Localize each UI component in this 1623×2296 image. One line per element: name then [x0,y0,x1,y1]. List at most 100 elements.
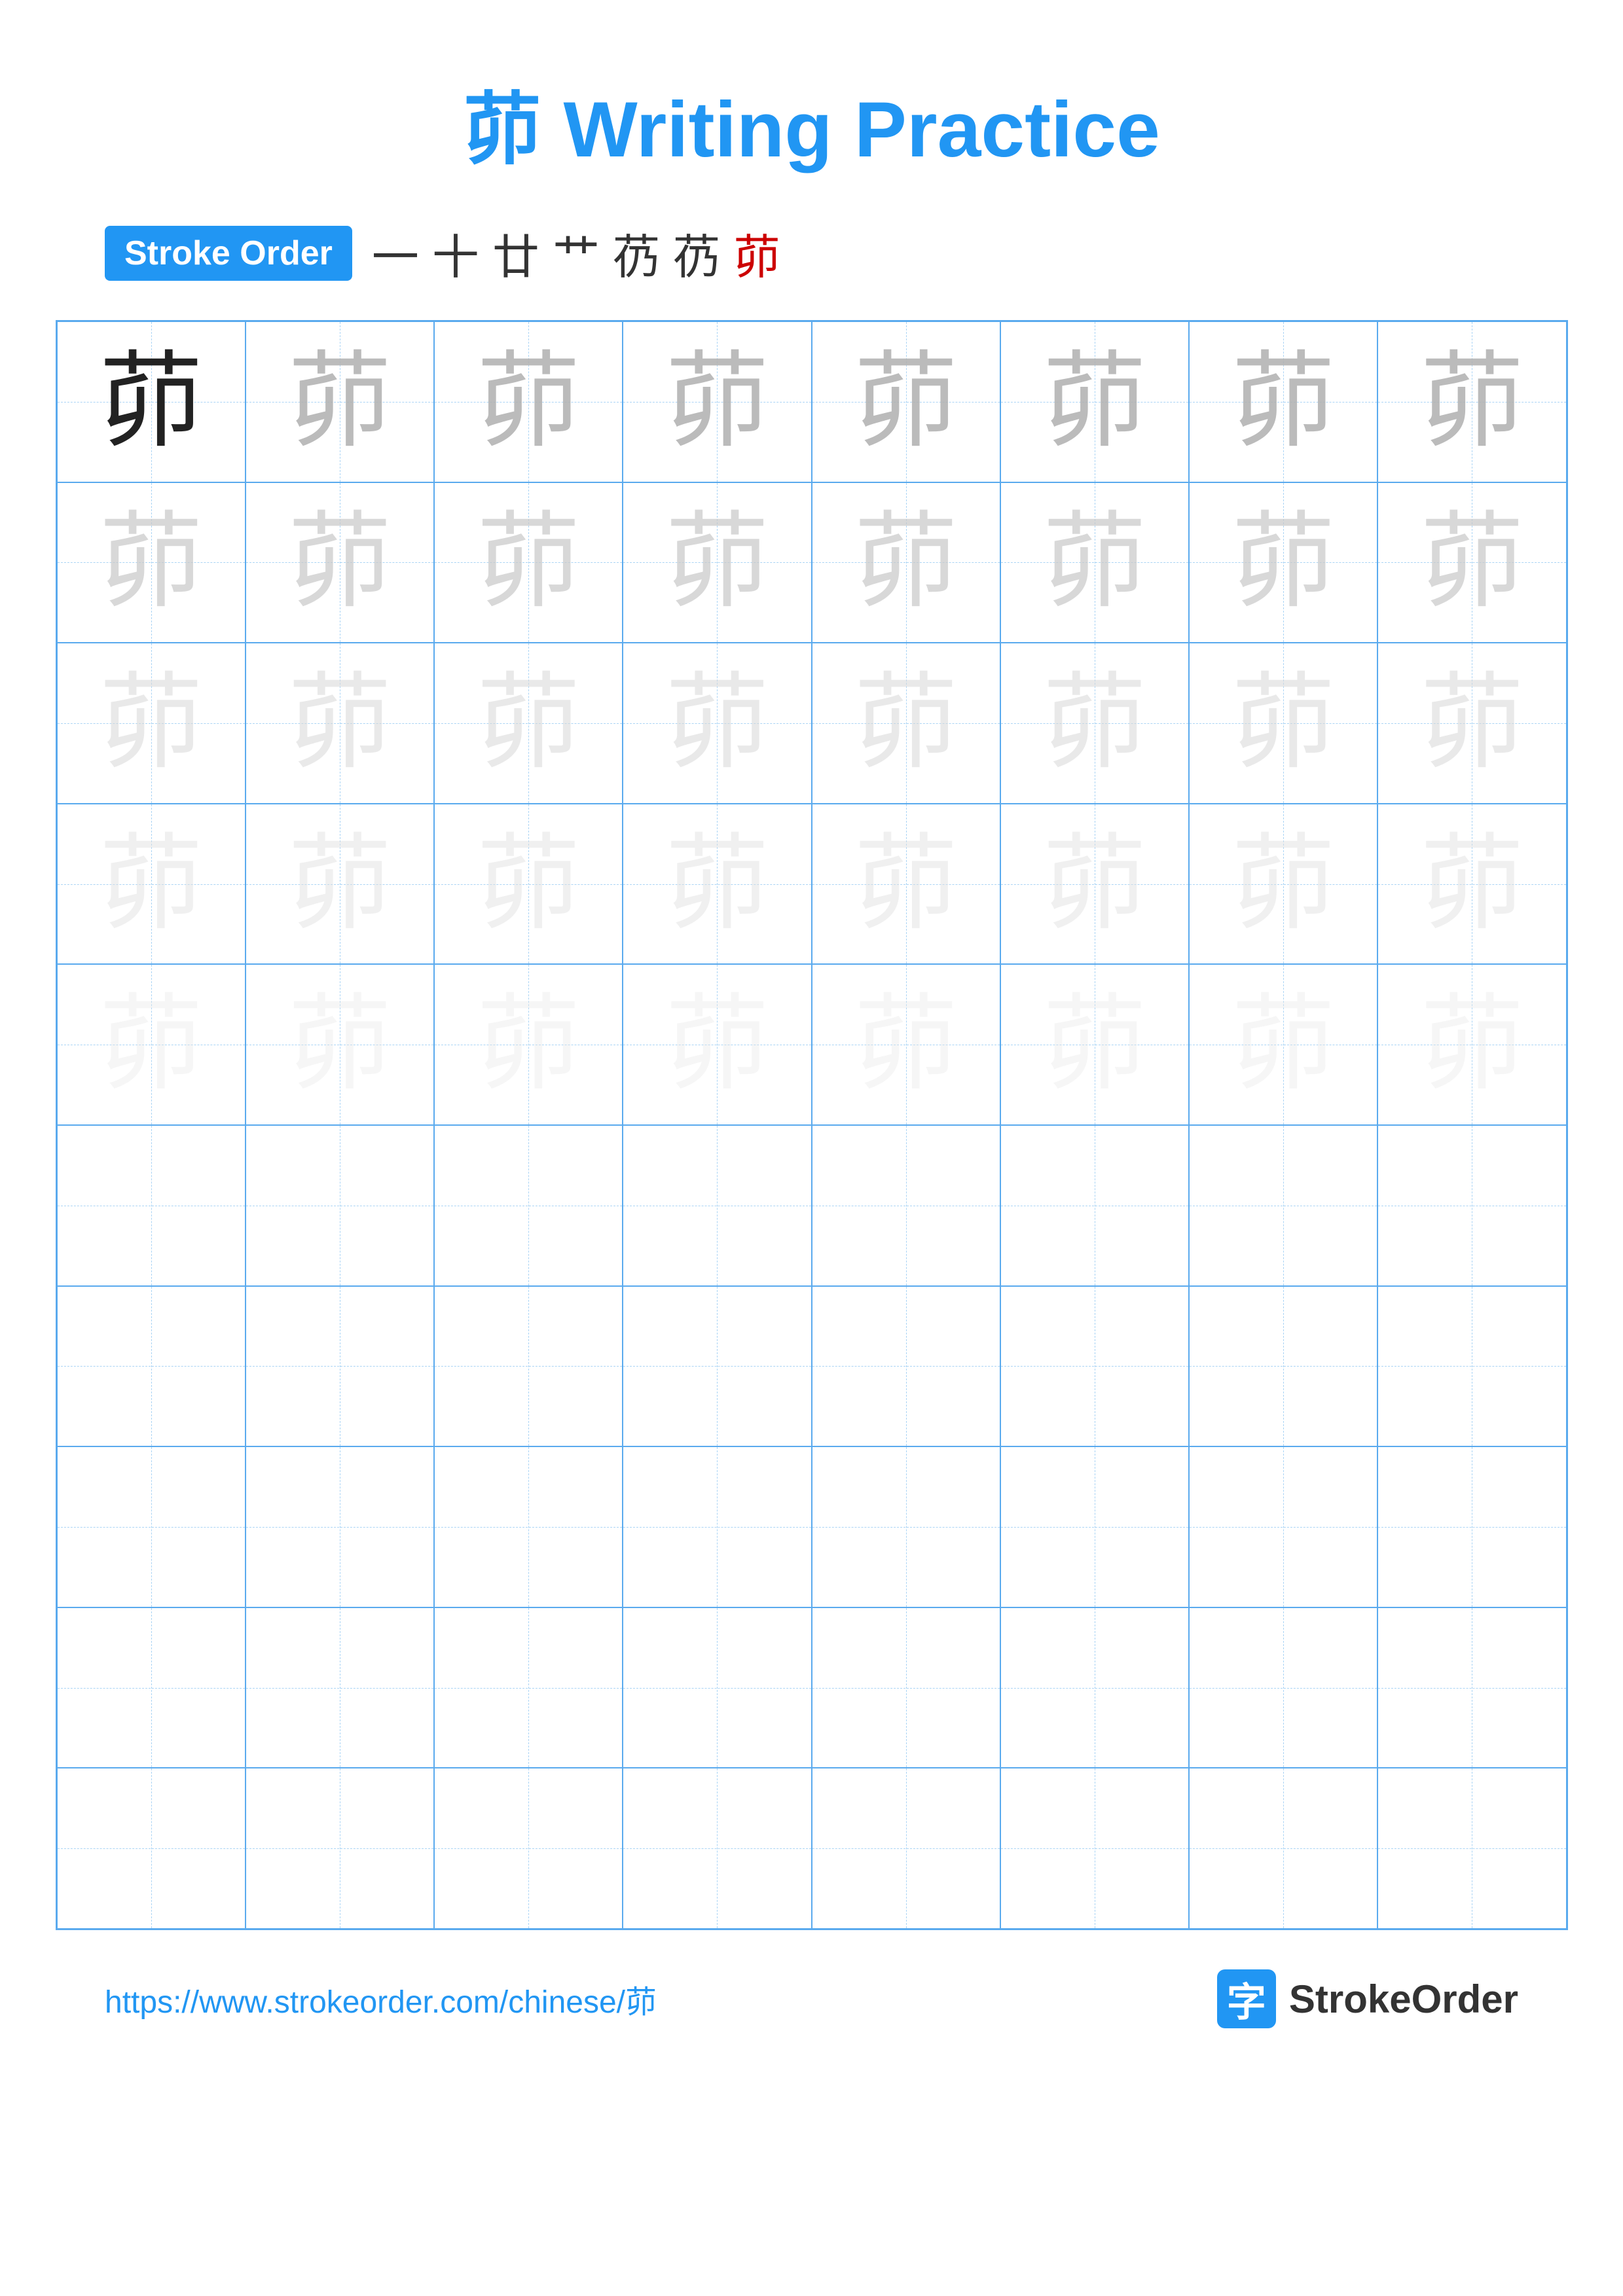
grid-cell-r8c2[interactable] [246,1446,434,1607]
grid-cell-r2c1[interactable]: 茆 [57,482,246,643]
grid-cell-r4c5[interactable]: 茆 [812,804,1000,965]
grid-cell-r5c1[interactable]: 茆 [57,964,246,1125]
grid-cell-r6c7[interactable] [1189,1125,1377,1286]
char-guide: 茆 [854,350,958,454]
practice-grid: 茆 茆 茆 茆 茆 茆 茆 茆 茆 茆 茆 茆 茆 茆 茆 茆 [56,320,1568,1930]
grid-cell-r8c5[interactable] [812,1446,1000,1607]
grid-cell-r1c2[interactable]: 茆 [246,321,434,482]
grid-cell-r10c5[interactable] [812,1768,1000,1929]
char-guide: 茆 [476,350,581,454]
grid-cell-r4c3[interactable]: 茆 [434,804,623,965]
grid-cell-r8c3[interactable] [434,1446,623,1607]
grid-cell-r1c8[interactable]: 茆 [1377,321,1566,482]
grid-cell-r3c5[interactable]: 茆 [812,643,1000,804]
grid-cell-r4c8[interactable]: 茆 [1377,804,1566,965]
grid-cell-r6c2[interactable] [246,1125,434,1286]
grid-cell-r3c7[interactable]: 茆 [1189,643,1377,804]
grid-cell-r7c3[interactable] [434,1286,623,1447]
grid-cell-r2c3[interactable]: 茆 [434,482,623,643]
grid-cell-r9c3[interactable] [434,1607,623,1768]
grid-cell-r1c5[interactable]: 茆 [812,321,1000,482]
grid-cell-r9c1[interactable] [57,1607,246,1768]
grid-cell-r1c7[interactable]: 茆 [1189,321,1377,482]
grid-cell-r10c6[interactable] [1000,1768,1189,1929]
grid-cell-r6c4[interactable] [623,1125,811,1286]
grid-cell-r10c3[interactable] [434,1768,623,1929]
grid-cell-r1c6[interactable]: 茆 [1000,321,1189,482]
grid-cell-r2c4[interactable]: 茆 [623,482,811,643]
char-guide: 茆 [99,671,204,776]
grid-cell-r2c6[interactable]: 茆 [1000,482,1189,643]
char-guide: 茆 [1419,510,1524,615]
grid-cell-r2c7[interactable]: 茆 [1189,482,1377,643]
grid-cell-r7c7[interactable] [1189,1286,1377,1447]
grid-cell-r8c8[interactable] [1377,1446,1566,1607]
char-guide: 茆 [99,992,204,1097]
grid-cell-r3c4[interactable]: 茆 [623,643,811,804]
brand-icon: 字 [1217,1969,1276,2028]
grid-cell-r4c4[interactable]: 茆 [623,804,811,965]
grid-cell-r5c6[interactable]: 茆 [1000,964,1189,1125]
grid-cell-r6c3[interactable] [434,1125,623,1286]
grid-cell-r9c8[interactable] [1377,1607,1566,1768]
char-guide: 茆 [287,992,392,1097]
footer-url[interactable]: https://www.strokeorder.com/chinese/茆 [105,1976,657,2022]
grid-cell-r8c7[interactable] [1189,1446,1377,1607]
char-guide: 茆 [854,992,958,1097]
grid-cell-r7c6[interactable] [1000,1286,1189,1447]
grid-cell-r7c5[interactable] [812,1286,1000,1447]
grid-cell-r3c1[interactable]: 茆 [57,643,246,804]
grid-cell-r9c4[interactable] [623,1607,811,1768]
grid-cell-r10c2[interactable] [246,1768,434,1929]
char-guide: 茆 [1231,510,1336,615]
grid-cell-r10c4[interactable] [623,1768,811,1929]
grid-cell-r3c6[interactable]: 茆 [1000,643,1189,804]
stroke-3: 廿 [492,219,539,287]
stroke-7-final: 茆 [733,219,780,287]
stroke-order-row: Stroke Order 一 十 廿 艹 芿 芿 茆 [105,219,1571,287]
grid-cell-r4c6[interactable]: 茆 [1000,804,1189,965]
grid-cell-r1c4[interactable]: 茆 [623,321,811,482]
grid-cell-r3c8[interactable]: 茆 [1377,643,1566,804]
grid-cell-r8c6[interactable] [1000,1446,1189,1607]
grid-cell-r6c5[interactable] [812,1125,1000,1286]
char-guide: 茆 [99,510,204,615]
grid-cell-r6c1[interactable] [57,1125,246,1286]
grid-cell-r5c2[interactable]: 茆 [246,964,434,1125]
grid-cell-r7c1[interactable] [57,1286,246,1447]
grid-cell-r5c7[interactable]: 茆 [1189,964,1377,1125]
grid-cell-r5c8[interactable]: 茆 [1377,964,1566,1125]
grid-cell-r9c5[interactable] [812,1607,1000,1768]
grid-cell-r9c7[interactable] [1189,1607,1377,1768]
grid-cell-r8c4[interactable] [623,1446,811,1607]
grid-cell-r7c2[interactable] [246,1286,434,1447]
grid-cell-r9c2[interactable] [246,1607,434,1768]
char-guide: 茆 [1042,992,1147,1097]
grid-cell-r3c3[interactable]: 茆 [434,643,623,804]
grid-cell-r4c2[interactable]: 茆 [246,804,434,965]
grid-cell-r1c3[interactable]: 茆 [434,321,623,482]
grid-cell-r4c1[interactable]: 茆 [57,804,246,965]
grid-cell-r6c6[interactable] [1000,1125,1189,1286]
grid-cell-r1c1[interactable]: 茆 [57,321,246,482]
grid-cell-r4c7[interactable]: 茆 [1189,804,1377,965]
grid-cell-r3c2[interactable]: 茆 [246,643,434,804]
grid-cell-r10c1[interactable] [57,1768,246,1929]
grid-cell-r10c8[interactable] [1377,1768,1566,1929]
grid-cell-r6c8[interactable] [1377,1125,1566,1286]
grid-cell-r2c8[interactable]: 茆 [1377,482,1566,643]
grid-cell-r10c7[interactable] [1189,1768,1377,1929]
grid-cell-r2c5[interactable]: 茆 [812,482,1000,643]
grid-cell-r8c1[interactable] [57,1446,246,1607]
grid-cell-r5c4[interactable]: 茆 [623,964,811,1125]
grid-cell-r2c2[interactable]: 茆 [246,482,434,643]
grid-cell-r5c5[interactable]: 茆 [812,964,1000,1125]
char-guide: 茆 [476,992,581,1097]
char-guide: 茆 [665,510,769,615]
grid-cell-r9c6[interactable] [1000,1607,1189,1768]
char-guide: 茆 [287,671,392,776]
grid-cell-r5c3[interactable]: 茆 [434,964,623,1125]
char-guide: 茆 [1419,350,1524,454]
grid-cell-r7c8[interactable] [1377,1286,1566,1447]
grid-cell-r7c4[interactable] [623,1286,811,1447]
